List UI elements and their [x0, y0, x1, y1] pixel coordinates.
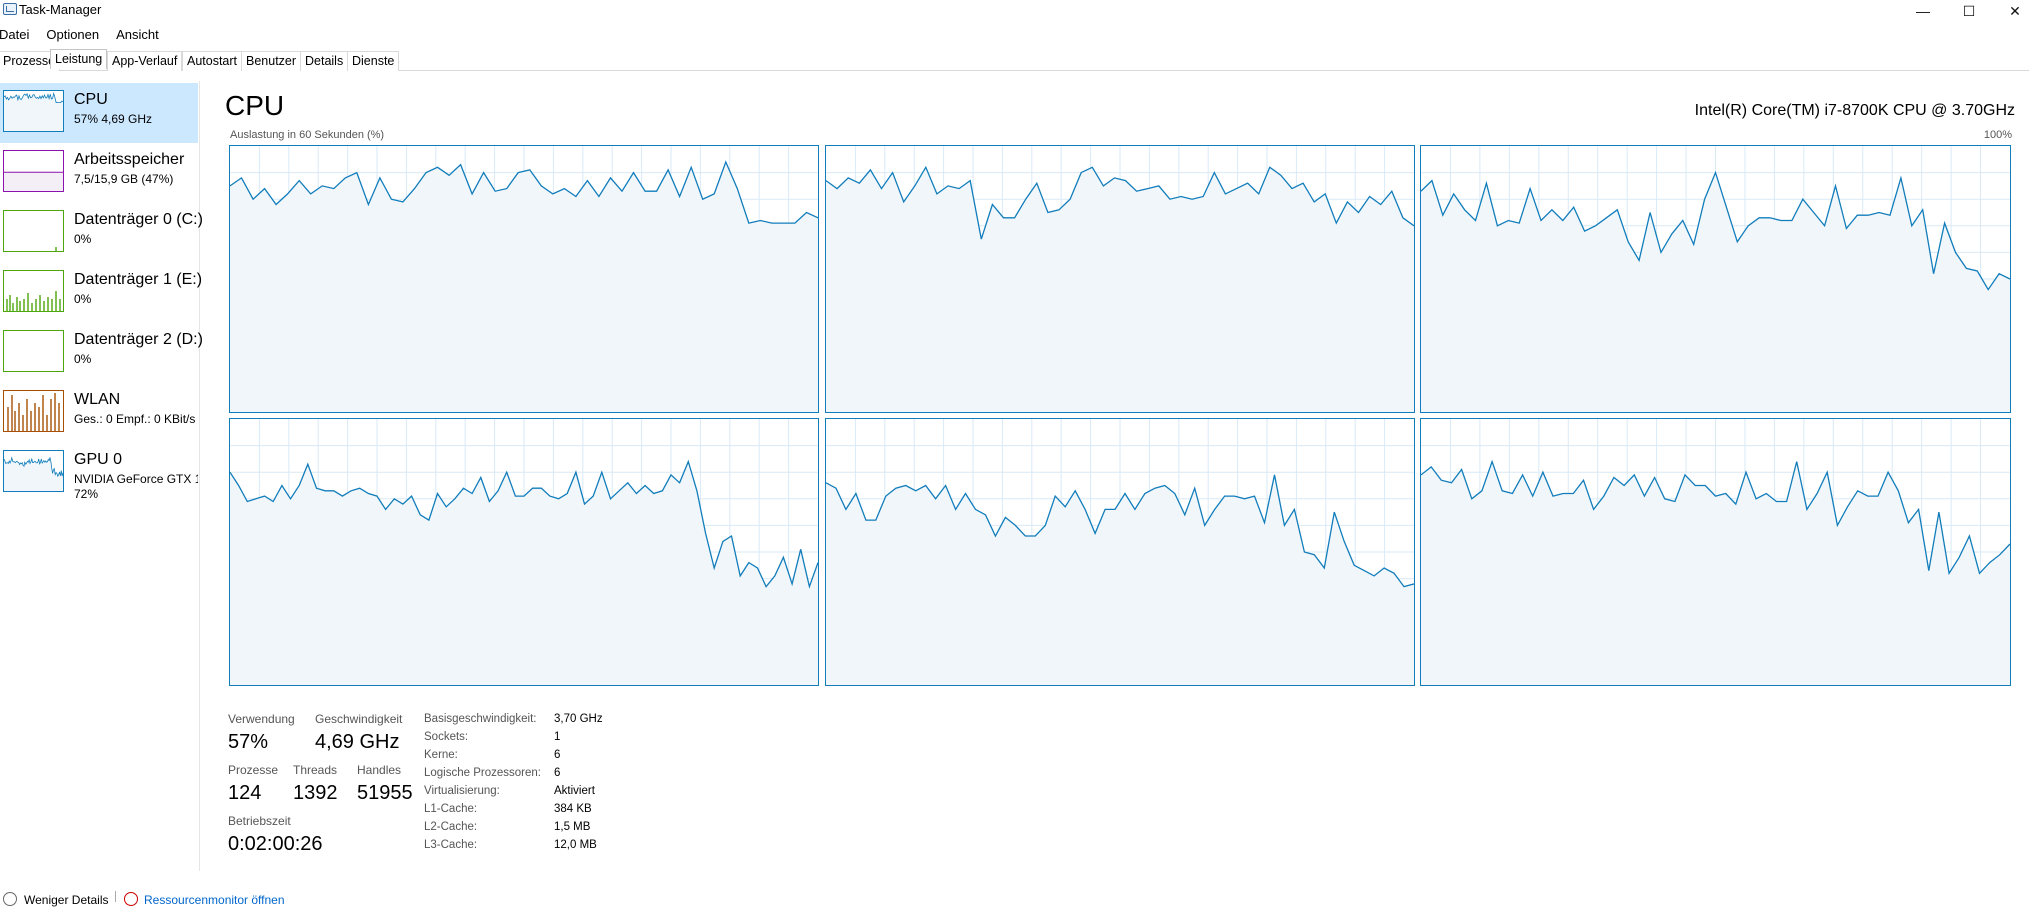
core-graph — [825, 418, 1415, 686]
threads-value: 1392 — [293, 782, 338, 804]
sidebar-item-subtitle: 7,5/15,9 GB (47%) — [74, 172, 174, 186]
core-graph — [229, 145, 819, 413]
sidebar-item-subtitle: 0% — [74, 292, 92, 306]
spec-label: Logische Prozessoren: — [424, 767, 541, 779]
sidebar-item-title: Datenträger 1 (E:) — [74, 271, 203, 288]
tab-app-verlauf[interactable]: App-Verlauf — [107, 51, 183, 71]
memory-thumbnail-graph — [3, 150, 64, 192]
sidebar-item-title: Datenträger 0 (C:) — [74, 211, 203, 228]
resource-monitor-link[interactable]: Ressourcenmonitor öffnen — [144, 893, 285, 907]
sidebar-item-usage: 72% — [74, 487, 99, 501]
core-graph — [229, 418, 819, 686]
speed-label: Geschwindigkeit — [315, 712, 403, 726]
spec-label: Kerne: — [424, 749, 458, 761]
sidebar-item-disk-1[interactable]: Datenträger 1 (E:) 0% — [0, 263, 202, 323]
spec-value: 3,70 GHz — [554, 713, 603, 725]
sidebar-item-title: CPU — [74, 91, 108, 108]
footer-divider — [115, 891, 116, 902]
tab-leistung[interactable]: Leistung — [50, 49, 108, 69]
spec-label: Sockets: — [424, 731, 469, 743]
graph-max-label: 100% — [1983, 129, 2012, 141]
spec-label: Virtualisierung: — [424, 785, 500, 797]
sidebar-item-subtitle: Ges.: 0 Empf.: 0 KBit/s — [74, 412, 196, 426]
task-manager-icon — [3, 3, 17, 15]
threads-label: Threads — [293, 763, 338, 777]
cpu-model-name: Intel(R) Core(TM) i7-8700K CPU @ 3.70GHz — [1694, 102, 2015, 119]
gpu-thumbnail-graph — [3, 450, 64, 492]
core-graph-grid — [229, 145, 2013, 687]
sidebar-item-subtitle: 0% — [74, 352, 92, 366]
core-graph — [825, 145, 1415, 413]
menu-bar: Datei Optionen Ansicht — [0, 25, 176, 45]
disk-1-thumbnail-graph — [3, 270, 64, 312]
maximize-button[interactable]: ☐ — [1949, 0, 1989, 22]
less-details-link[interactable]: Weniger Details — [24, 893, 108, 907]
disk-0-thumbnail-graph — [3, 210, 64, 252]
close-button[interactable]: ✕ — [1995, 0, 2029, 22]
spec-label: Basisgeschwindigkeit: — [424, 713, 537, 725]
sidebar-item-memory[interactable]: Arbeitsspeicher 7,5/15,9 GB (47%) — [0, 143, 198, 203]
speed-value: 4,69 GHz — [315, 731, 400, 753]
spec-value: 1 — [554, 731, 561, 743]
menu-ansicht[interactable]: Ansicht — [116, 25, 159, 45]
sidebar-item-subtitle: NVIDIA GeForce GTX 1080 — [74, 472, 198, 486]
thumbnail-area — [4, 172, 63, 191]
handles-label: Handles — [357, 763, 402, 777]
uptime-value: 0:02:00:26 — [228, 833, 323, 855]
tab-bar: Prozesse Leistung App-Verlauf Autostart … — [0, 49, 2029, 71]
sidebar-item-disk-0[interactable]: Datenträger 0 (C:) 0% — [0, 203, 203, 263]
title-bar: Task-Manager — ☐ ✕ — [0, 0, 2029, 22]
chevron-up-icon[interactable] — [3, 892, 17, 906]
sidebar-item-title: Datenträger 2 (D:) — [74, 331, 203, 348]
tab-benutzer[interactable]: Benutzer — [241, 51, 302, 71]
sidebar-item-wlan[interactable]: WLAN Ges.: 0 Empf.: 0 KBit/s — [0, 383, 198, 443]
usage-value: 57% — [228, 731, 269, 753]
spec-value: 6 — [554, 767, 561, 779]
usage-area — [826, 167, 1414, 412]
core-graph — [1420, 145, 2011, 413]
tab-dienste[interactable]: Dienste — [347, 51, 400, 71]
tab-details[interactable]: Details — [300, 51, 349, 71]
sidebar-item-title: GPU 0 — [74, 451, 123, 468]
spec-value: Aktiviert — [554, 785, 595, 797]
spec-value: 12,0 MB — [554, 839, 597, 851]
wlan-thumbnail-graph — [3, 390, 64, 432]
processes-label: Prozesse — [228, 763, 279, 777]
spec-value: 6 — [554, 749, 561, 761]
usage-label: Verwendung — [228, 712, 295, 726]
disk-2-thumbnail-graph — [3, 330, 64, 372]
graph-caption: Auslastung in 60 Sekunden (%) — [230, 129, 385, 141]
sidebar-item-title: Arbeitsspeicher — [74, 151, 185, 168]
minimize-button[interactable]: — — [1903, 0, 1943, 22]
usage-area — [230, 162, 818, 412]
resource-sidebar: CPU 57% 4,69 GHz Arbeitsspeicher 7,5/15,… — [0, 81, 203, 871]
spec-value: 384 KB — [554, 803, 592, 815]
sidebar-item-subtitle: 0% — [74, 232, 92, 246]
window-title: Task-Manager — [19, 2, 102, 17]
sidebar-item-subtitle: 57% 4,69 GHz — [74, 112, 153, 126]
tab-autostart[interactable]: Autostart — [182, 51, 243, 71]
processes-value: 124 — [228, 782, 262, 804]
menu-optionen[interactable]: Optionen — [46, 25, 99, 45]
handles-value: 51955 — [357, 782, 413, 804]
uptime-label: Betriebszeit — [228, 814, 291, 828]
spec-label: L1-Cache: — [424, 803, 478, 815]
spec-label: L2-Cache: — [424, 821, 478, 833]
resource-monitor-icon[interactable] — [124, 892, 138, 906]
sidebar-item-disk-2[interactable]: Datenträger 2 (D:) 0% — [0, 323, 203, 383]
sidebar-item-cpu[interactable]: CPU 57% 4,69 GHz — [0, 83, 198, 143]
core-graph — [1420, 418, 2011, 686]
spec-label: L3-Cache: — [424, 839, 478, 851]
page-title: CPU — [225, 90, 285, 121]
sidebar-item-gpu-0[interactable]: GPU 0 NVIDIA GeForce GTX 1080 72% — [0, 443, 198, 503]
menu-datei[interactable]: Datei — [0, 25, 29, 45]
thumbnail-area — [4, 93, 63, 131]
cpu-thumbnail-graph — [3, 90, 64, 132]
sidebar-item-title: WLAN — [74, 391, 121, 408]
spec-value: 1,5 MB — [554, 821, 591, 833]
